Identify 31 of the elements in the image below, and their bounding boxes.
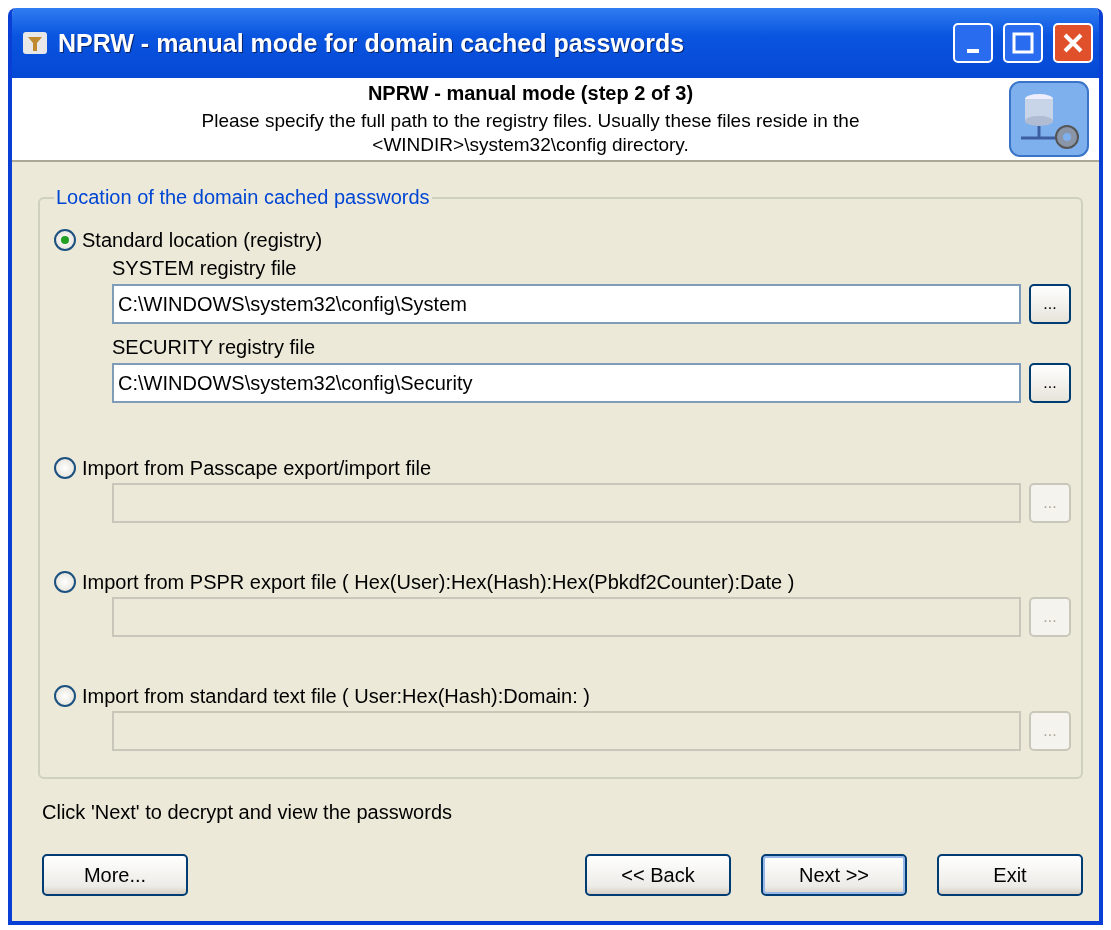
browse-button[interactable]: ... <box>1029 363 1071 403</box>
app-icon <box>22 30 48 56</box>
path-field[interactable]: C:\WINDOWS\system32\config\Security <box>112 363 1021 403</box>
group-title: Location of the domain cached passwords <box>55 186 431 209</box>
radio-button[interactable] <box>54 571 76 593</box>
browse-button[interactable]: ... <box>1029 284 1071 324</box>
step-description: Please specify the full path to the registry files. Usually these files reside in the <WINDIR>\system32\config directory. <box>200 108 861 157</box>
close-icon <box>1062 32 1084 54</box>
maximize-button[interactable] <box>1003 23 1043 63</box>
minimize-button[interactable] <box>953 23 993 63</box>
radio-button[interactable] <box>54 685 76 707</box>
hint-text: Click 'Next' to decrypt and view the passwords <box>42 801 454 824</box>
path-field[interactable]: C:\WINDOWS\system32\config\System <box>112 284 1021 324</box>
database-gear-icon <box>1009 81 1089 157</box>
step-title: NPRW - manual mode (step 2 of 3) <box>367 81 694 105</box>
window-title: NPRW - manual mode for domain cached passwords <box>58 28 686 58</box>
more-button[interactable]: More... <box>42 854 188 896</box>
wizard-button[interactable]: Next >> <box>761 854 907 896</box>
close-button[interactable] <box>1053 23 1093 63</box>
maximize-icon <box>1012 32 1034 54</box>
radio-option[interactable]: Standard location (registry) <box>54 225 1071 255</box>
wizard-button[interactable]: << Back <box>585 854 731 896</box>
radio-option[interactable]: Import from PSPR export file ( Hex(User):Hex(Hash):Hex(Pbkdf2Counter):Date ) <box>54 567 1071 597</box>
field-label: SECURITY registry file <box>112 336 316 359</box>
radio-button[interactable] <box>54 457 76 479</box>
radio-button[interactable] <box>54 229 76 251</box>
wizard-button[interactable]: Exit <box>937 854 1083 896</box>
radio-option[interactable]: Import from standard text file ( User:Hex(Hash):Domain: ) <box>54 681 1071 711</box>
minimize-icon <box>967 49 979 53</box>
radio-option[interactable]: Import from Passcape export/import file <box>54 453 1071 483</box>
field-label: SYSTEM registry file <box>112 257 298 280</box>
